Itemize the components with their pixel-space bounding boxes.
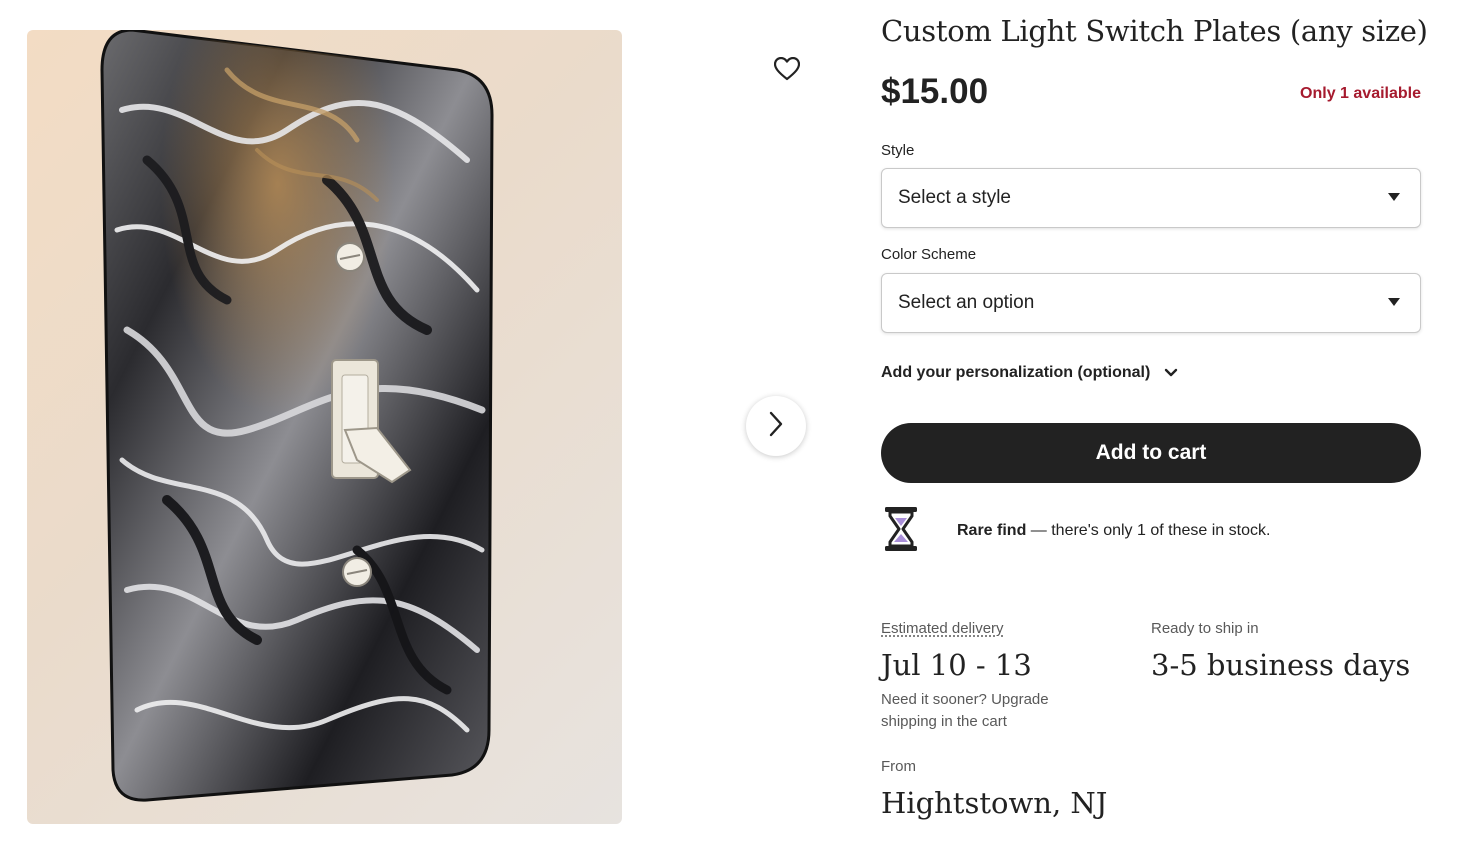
color-scheme-label: Color Scheme — [881, 246, 977, 263]
personalization-label: Add your personalization (optional) — [881, 364, 1151, 381]
ready-to-ship-label: Ready to ship in — [1151, 620, 1259, 637]
rare-find-bold: Rare find — [957, 522, 1027, 539]
caret-down-icon — [1388, 193, 1400, 201]
product-title: Custom Light Switch Plates (any size) — [881, 14, 1428, 48]
personalization-toggle[interactable]: Add your personalization (optional) — [881, 364, 1178, 382]
product-price: $15.00 — [881, 72, 989, 111]
rare-find-rest: — there's only 1 of these in stock. — [1026, 522, 1271, 539]
estimated-delivery-dates: Jul 10 - 13 — [881, 648, 1032, 682]
rare-find-text: Rare find — there's only 1 of these in s… — [957, 522, 1270, 540]
color-scheme-select[interactable]: Select an option — [881, 273, 1421, 333]
product-photo[interactable] — [27, 30, 622, 824]
stock-badge: Only 1 available — [1300, 85, 1421, 102]
hourglass-icon — [881, 505, 921, 557]
ships-from-label: From — [881, 758, 916, 775]
style-select-value: Select a style — [898, 187, 1011, 208]
estimated-delivery-label[interactable]: Estimated delivery — [881, 620, 1004, 637]
style-select[interactable]: Select a style — [881, 168, 1421, 228]
shipping-upgrade-note: Need it sooner? Upgrade shipping in the … — [881, 691, 1049, 730]
chevron-right-icon — [768, 411, 784, 441]
ready-to-ship-value: 3-5 business days — [1151, 648, 1411, 682]
next-image-button[interactable] — [746, 396, 806, 456]
listing-page: Custom Light Switch Plates (any size) $1… — [0, 0, 1481, 842]
favorite-button[interactable] — [767, 52, 807, 90]
heart-outline-icon — [773, 56, 801, 85]
caret-down-icon — [1388, 298, 1400, 306]
switch-plate-image — [100, 30, 494, 802]
color-scheme-select-value: Select an option — [898, 292, 1035, 313]
ships-from-value: Hightstown, NJ — [881, 786, 1108, 820]
style-label: Style — [881, 142, 915, 159]
rare-find-notice: Rare find — there's only 1 of these in s… — [881, 505, 1270, 557]
chevron-down-icon — [1164, 368, 1178, 378]
add-to-cart-button[interactable]: Add to cart — [881, 423, 1421, 483]
